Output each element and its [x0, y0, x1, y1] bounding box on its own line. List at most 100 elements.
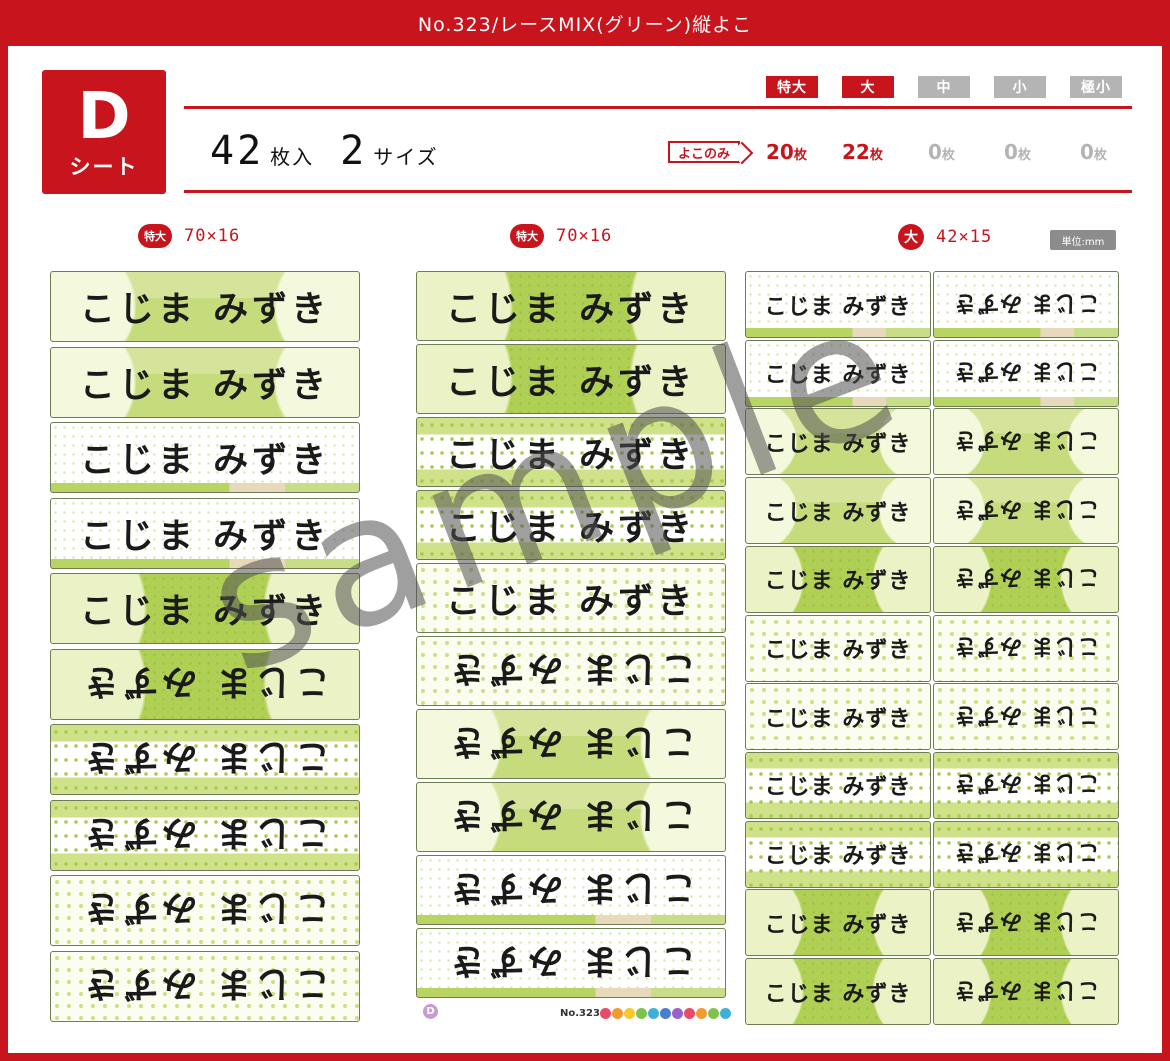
name-label: こじま みずき: [50, 950, 360, 1022]
name-label-text: こじま みずき: [952, 770, 1100, 796]
brand-logo: [600, 1008, 731, 1019]
name-label: こじま みずき: [50, 875, 360, 946]
name-label: こじま みずき: [745, 889, 931, 957]
qty-xs: 0枚: [1080, 140, 1107, 164]
qty-l: 22枚: [842, 140, 883, 164]
size-badge: 特大: [510, 224, 544, 248]
column-header-3: 大 42×15: [898, 224, 992, 250]
column-header-1: 特大 70×16: [138, 224, 240, 248]
size-tag-s: 小: [994, 76, 1046, 98]
name-label: こじま みずき: [933, 477, 1119, 545]
name-label: こじま みずき: [745, 683, 931, 751]
name-label-text: こじま みずき: [445, 793, 697, 834]
name-label: こじま みずき: [416, 271, 726, 341]
name-label: こじま みずき: [933, 545, 1119, 613]
name-label-text: こじま みずき: [952, 564, 1100, 590]
divider-bottom: [184, 190, 1132, 193]
name-label-text: こじま みずき: [764, 431, 912, 457]
name-label: こじま みずき: [416, 563, 726, 633]
name-label: こじま みずき: [50, 799, 360, 871]
name-label-text: こじま みずき: [764, 981, 912, 1007]
column-header-2: 特大 70×16: [510, 224, 612, 248]
column-dimension: 70×16: [556, 226, 613, 246]
name-label: こじま みずき: [416, 855, 726, 925]
column-dimension: 70×16: [184, 226, 241, 246]
name-label-text: こじま みずき: [79, 365, 331, 406]
size-tag-m: 中: [918, 76, 970, 98]
name-label-text: こじま みずき: [79, 516, 331, 557]
name-label-text: こじま みずき: [445, 939, 697, 980]
sheet-label: シート: [69, 155, 139, 179]
size-count-unit: サイズ: [373, 145, 439, 169]
label-count: 42: [210, 128, 265, 174]
name-label: こじま みずき: [745, 408, 931, 476]
name-label-text: こじま みずき: [79, 441, 331, 481]
name-label: こじま みずき: [933, 958, 1119, 1025]
name-label-text: こじま みずき: [952, 907, 1100, 933]
name-label: こじま みずき: [745, 820, 931, 888]
name-label: こじま みずき: [416, 782, 726, 852]
page-title: No.323/レースMIX(グリーン)縦よこ: [0, 0, 1170, 46]
name-label: こじま みずき: [933, 820, 1119, 888]
name-label-text: こじま みずき: [952, 839, 1100, 865]
name-label: こじま みずき: [416, 636, 726, 706]
name-label: こじま みずき: [933, 683, 1119, 751]
name-label-text: こじま みずき: [952, 701, 1100, 727]
size-badge: 大: [898, 224, 924, 250]
name-label: こじま みずき: [745, 958, 931, 1025]
name-label-text: こじま みずき: [79, 887, 331, 927]
divider-top: [184, 106, 1132, 109]
name-label: こじま みずき: [933, 408, 1119, 476]
name-label-text: こじま みずき: [445, 289, 697, 330]
name-label-text: こじま みずき: [445, 866, 697, 907]
name-label-text: こじま みずき: [764, 775, 912, 801]
name-label: こじま みずき: [50, 724, 360, 795]
name-label: こじま みずき: [416, 928, 726, 998]
name-label-text: こじま みずき: [445, 362, 697, 403]
name-label-text: こじま みずき: [79, 592, 331, 632]
name-label-text: こじま みずき: [445, 581, 697, 622]
name-label: こじま みずき: [745, 271, 931, 338]
name-label-text: こじま みずき: [952, 495, 1100, 521]
name-label-text: こじま みずき: [952, 976, 1100, 1002]
label-count-unit: 枚入: [270, 145, 315, 169]
name-label-text: こじま みずき: [79, 290, 331, 330]
name-label: こじま みずき: [933, 889, 1119, 957]
column-dimension: 42×15: [936, 227, 993, 247]
horizontal-only-tag: よこのみ: [668, 141, 741, 163]
name-label: こじま みずき: [50, 648, 360, 720]
name-label-text: こじま みずき: [79, 736, 331, 776]
size-tag-xs: 極小: [1070, 76, 1122, 98]
name-label: こじま みずき: [416, 490, 726, 560]
size-badge: 特大: [138, 224, 172, 248]
name-label-text: こじま みずき: [764, 569, 912, 595]
footer-sheet-badge: D: [423, 1004, 438, 1019]
name-label: こじま みずき: [745, 545, 931, 613]
qty-s: 0枚: [1004, 140, 1031, 164]
name-label: こじま みずき: [50, 497, 360, 569]
sheet-letter: D: [77, 80, 131, 154]
name-label-text: こじま みずき: [445, 508, 697, 549]
name-label-text: こじま みずき: [764, 294, 912, 320]
sheet-type-badge: D シート: [42, 70, 166, 194]
name-label: こじま みずき: [50, 346, 360, 418]
name-label-text: こじま みずき: [79, 811, 331, 852]
name-label: こじま みずき: [933, 271, 1119, 338]
size-count: 2: [340, 128, 368, 174]
name-label: こじま みずき: [416, 709, 726, 779]
name-label: こじま みずき: [933, 751, 1119, 819]
name-label-text: こじま みずき: [79, 962, 331, 1003]
name-label-text: こじま みずき: [79, 660, 331, 701]
name-label-text: こじま みずき: [764, 638, 912, 663]
name-label: こじま みずき: [933, 614, 1119, 682]
name-label: こじま みずき: [745, 751, 931, 819]
footer-number: No.323: [560, 1008, 600, 1019]
name-label-text: こじま みずき: [952, 426, 1100, 452]
name-label-text: こじま みずき: [445, 647, 697, 688]
name-label-text: こじま みずき: [952, 633, 1100, 658]
name-label: こじま みずき: [416, 344, 726, 414]
name-label: こじま みずき: [745, 614, 931, 682]
name-label-text: こじま みずき: [764, 912, 912, 938]
name-label: こじま みずき: [50, 573, 360, 644]
sheet-summary: 42 枚入 2 サイズ: [210, 128, 465, 174]
